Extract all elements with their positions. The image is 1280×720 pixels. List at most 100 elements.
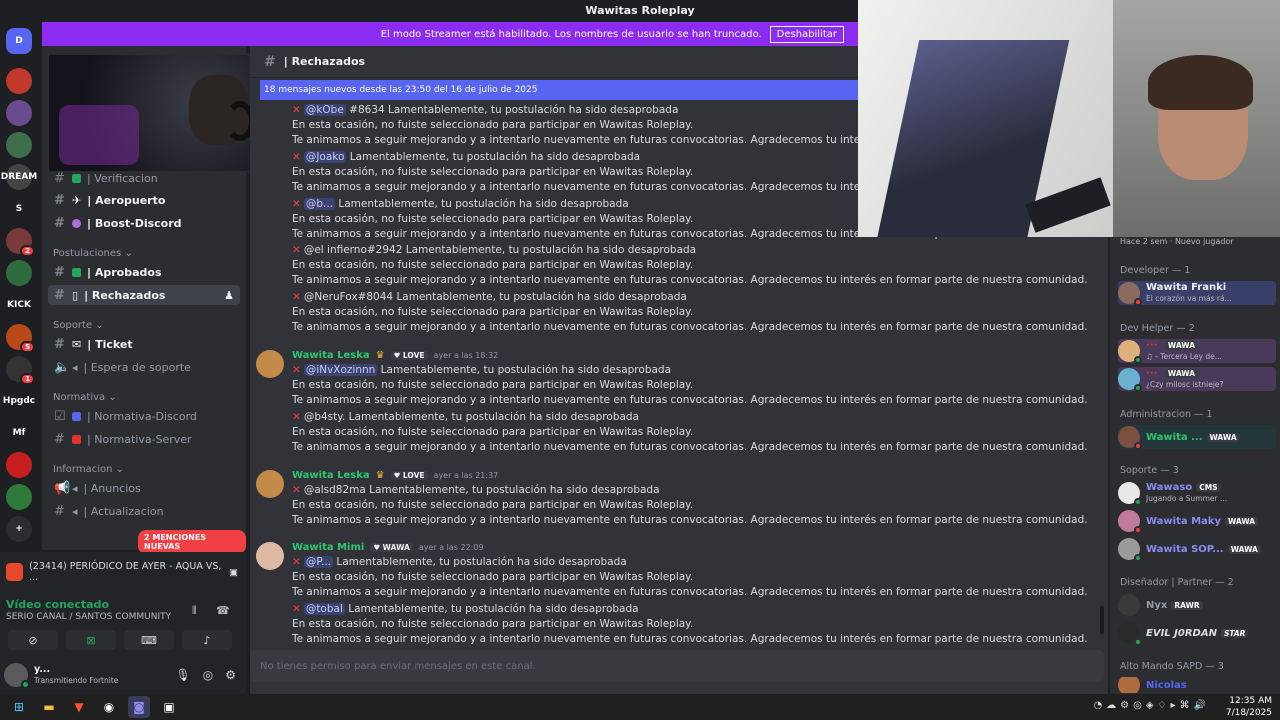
soundboard-button[interactable]: ♪ [182,630,232,650]
author-name[interactable]: Wawita Leska [292,470,370,481]
server-icon[interactable]: + [6,516,32,542]
user-panel[interactable]: y... Transmitiendo Fortnite 🎙 ◎ ⚙ [4,660,244,690]
microphone-icon[interactable]: 🎙 [176,668,191,682]
user-mention-text[interactable]: @NeruFox#8044 [304,291,393,303]
author-name[interactable]: Wawita Leska [292,350,370,361]
server-icon[interactable]: Mf [6,420,32,446]
screen-share-button[interactable]: ⊠ [66,630,116,650]
message-text: Te animamos a seguir mejorando y a inten… [292,441,1088,453]
brave-browser-icon[interactable]: ▼ [68,696,90,718]
message-text: En esta ocasión, no fuiste seleccionado … [292,618,694,630]
server-icon[interactable]: DREAM [1,164,37,190]
channel-espera-soporte[interactable]: 🔈 ◂ | Espera de soporte [48,357,240,377]
disable-streamer-button[interactable]: Deshabilitar [769,25,844,43]
disconnect-icon[interactable]: ☎ [216,604,230,617]
server-icon[interactable]: 2 [6,228,35,257]
category-label: Soporte [53,320,93,331]
channel-ticket[interactable]: # ✉ | Ticket [48,334,240,354]
author-avatar[interactable] [256,542,284,570]
discord-taskbar-icon[interactable]: ◙ [128,696,150,718]
gear-icon[interactable]: ⚙ [225,668,236,682]
green-book-icon [72,267,81,277]
message-text: En esta ocasión, no fuiste seleccionado … [292,259,694,271]
server-icon[interactable]: D [6,28,32,54]
user-mention[interactable]: @Joako [303,151,347,163]
member-item[interactable]: Nicolas [1118,677,1276,693]
channel-rechazados[interactable]: # ▯ | Rechazados ♟ [48,285,240,305]
scrollbar[interactable] [1100,606,1104,634]
message-author: Wawita Leska ♛ ♥ LOVE ayer a las 21:37 [292,470,498,481]
role-tag: WAWA [1164,341,1199,350]
member-item[interactable]: ··· WAWA ♫ - Tercera Ley de... [1118,339,1276,364]
user-mention-text[interactable]: @el infierno#2942 [304,244,403,256]
user-mention-text[interactable]: @alsd82ma [304,484,366,496]
member-item[interactable]: Wawita ... WAWA [1118,425,1276,450]
clock[interactable]: 12:35 AM 7/18/2025 [1226,695,1272,719]
channel-aprobados[interactable]: # | Aprobados [48,262,240,282]
user-name: y... [34,664,51,675]
headphones-icon[interactable]: ◎ [203,668,213,682]
member-category: Dev Helper — 2 [1120,323,1195,334]
camera-off-button[interactable]: ⊘ [8,630,58,650]
signal-icon[interactable]: ⫴ [192,604,197,618]
member-name: Nyx [1146,599,1168,611]
online-status [1134,498,1142,506]
category-soporte[interactable]: Soporte ⌄ [53,320,104,331]
author-avatar[interactable] [256,470,284,498]
member-item[interactable]: Wawita Franki El corazón va más rá... [1118,281,1276,306]
user-mention[interactable]: @kObe [303,104,346,116]
add-member-icon[interactable]: ♟ [224,289,234,302]
streamer-banner-text: El modo Streamer está habilitado. Los no… [380,28,762,40]
activity-button[interactable]: ⌨ [124,630,174,650]
channel-boost-discord[interactable]: # | Boost-Discord [48,213,240,233]
dnd-status [1134,442,1142,450]
voice-channel-name[interactable]: SERIO CANAL / SANTOS COMMUNITY [6,612,171,622]
file-explorer-icon[interactable]: ▬ [38,696,60,718]
author-name[interactable]: Wawita Mimi [292,542,364,553]
server-icon[interactable]: S [6,196,32,222]
cross-icon: ✕ [292,411,301,423]
new-mentions-badge[interactable]: 2 MENCIONES NUEVAS [138,530,246,554]
category-informacion[interactable]: Informacion ⌄ [53,464,124,475]
server-icon[interactable] [6,260,32,286]
member-item[interactable]: Nyx RAWR [1118,593,1276,617]
voice-connected-status: Vídeo conectado [6,598,110,611]
server-icon[interactable]: 1 [6,356,35,385]
user-mention[interactable]: @iNvXozinnn [303,364,378,376]
channel-normativa-discord[interactable]: ☑ | Normativa-Discord [48,406,240,426]
windows-start-icon[interactable]: ⊞ [8,696,30,718]
category-postulaciones[interactable]: Postulaciones ⌄ [53,248,133,259]
system-tray[interactable]: ◔☁⚙◎◈♢▸⌘🔊 [1093,700,1210,711]
channel-normativa-server[interactable]: # | Normativa-Server [48,429,240,449]
channel-anuncios[interactable]: 📢 ◂ | Anuncios [48,478,240,498]
channel-actualizacion[interactable]: # ◂ | Actualizacion [48,501,240,521]
user-mention[interactable]: @tobal [303,603,345,615]
server-icon[interactable]: KICK [6,292,32,318]
speaker-icon: 🔈 [54,359,71,375]
member-item[interactable]: Wawaso CMS Jugando a Summer ... [1118,481,1276,506]
server-icon[interactable] [6,100,32,126]
user-mention[interactable]: @b... [303,198,335,210]
server-icon[interactable] [6,68,32,94]
server-icon[interactable] [6,132,32,158]
obs-icon[interactable]: ◉ [98,696,120,718]
member-item[interactable]: ··· WAWA ¿Czy milosc istnieje? [1118,367,1276,392]
user-mention[interactable]: @P... [303,556,334,568]
now-playing[interactable]: (23414) PERIÓDICO DE AYER - AQUA VS, ...… [6,560,238,584]
epic-games-icon[interactable]: ▣ [158,696,180,718]
member-item[interactable]: Wawita Maky WAWA [1118,509,1276,534]
channel-aeropuerto[interactable]: # ✈ | Aeropuerto [48,190,240,210]
avatar [1118,510,1142,534]
member-item[interactable]: EVIL J0RDAN STAR [1118,621,1276,646]
author-avatar[interactable] [256,350,284,378]
message-text: Te animamos a seguir mejorando y a inten… [292,514,1088,526]
server-icon[interactable]: 5 [6,324,35,353]
server-icon[interactable]: Hpgdc [3,388,35,414]
server-icon[interactable] [6,452,32,478]
member-item[interactable]: Wawita SOP... WAWA [1118,537,1276,562]
user-mention-text[interactable]: @b4sty. [304,411,346,423]
screen-icon[interactable]: ▣ [229,567,238,578]
avatar[interactable] [4,663,30,689]
server-icon[interactable] [6,484,32,510]
category-normativa[interactable]: Normativa ⌄ [53,392,117,403]
